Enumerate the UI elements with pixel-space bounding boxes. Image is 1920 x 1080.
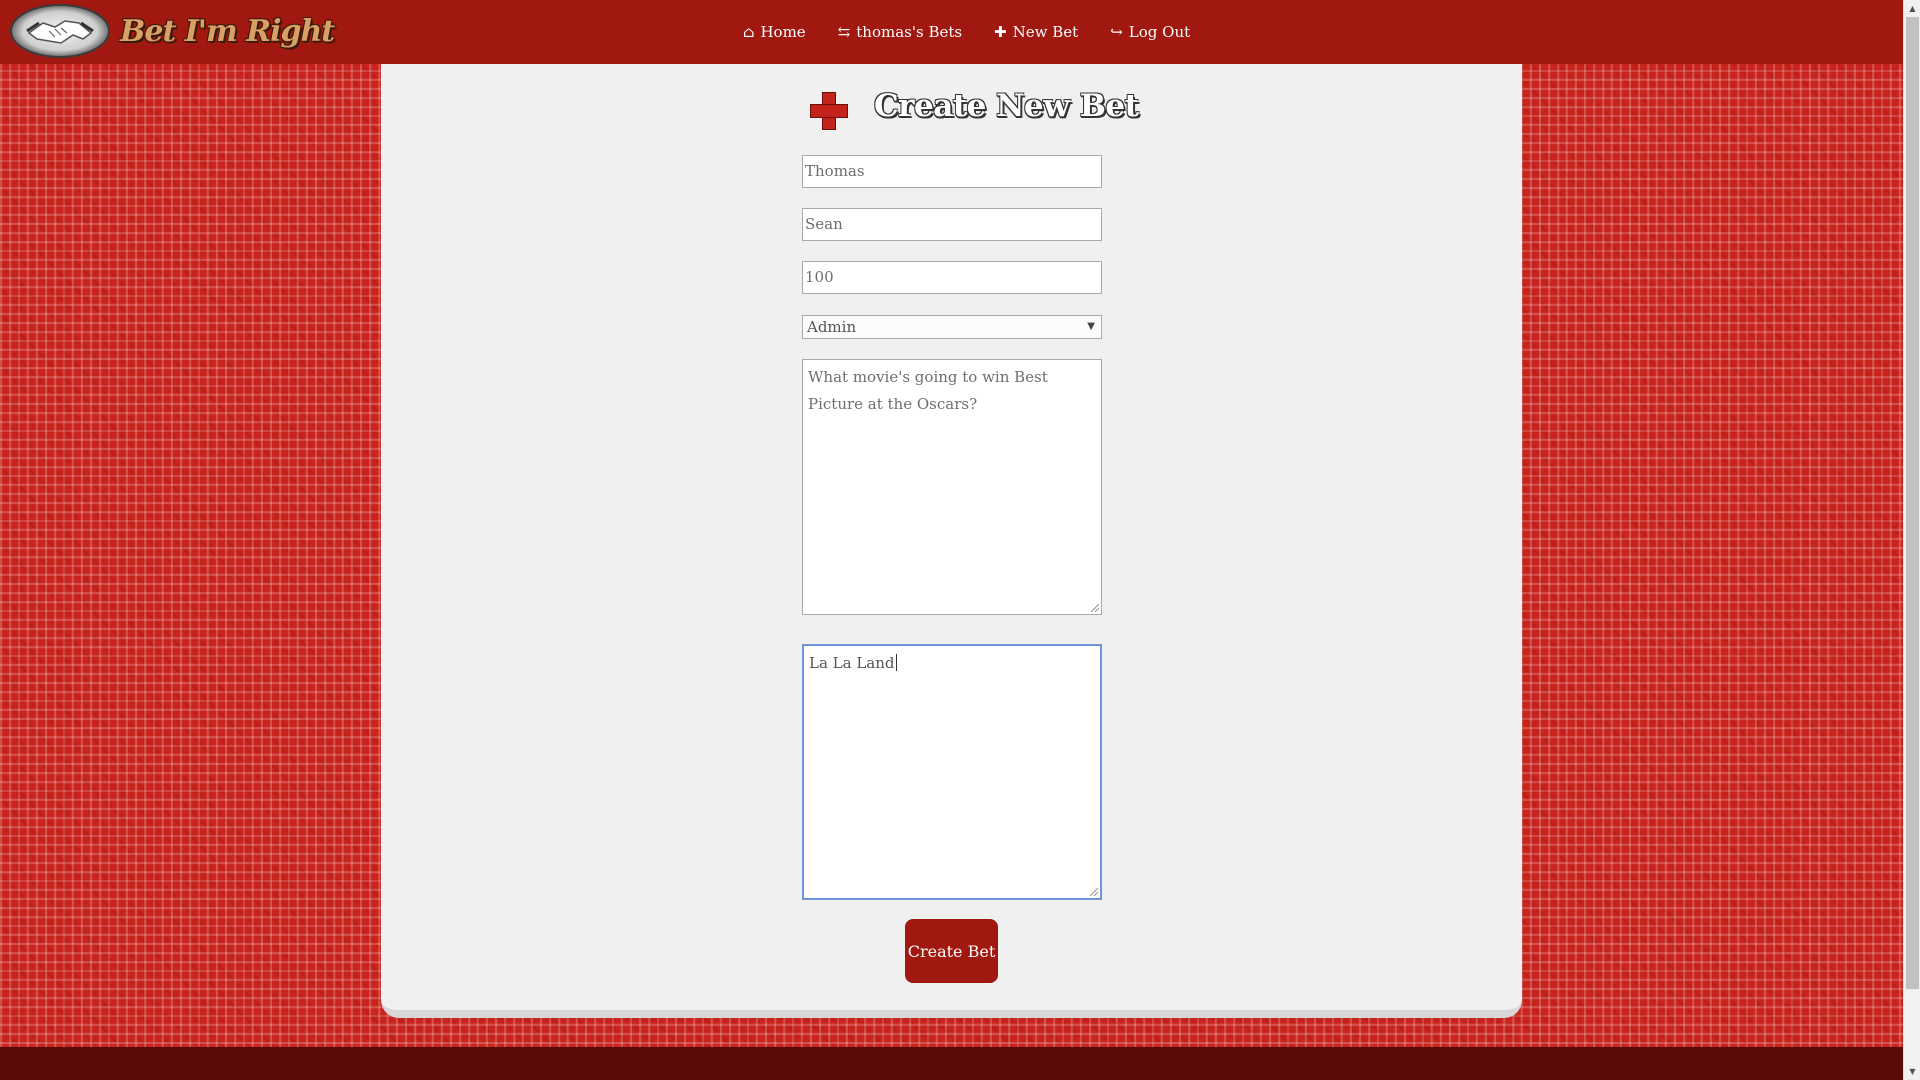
page-title: Create New Bet [874,88,1139,124]
plus-icon: ✚ [994,22,1007,41]
resize-handle-icon[interactable] [1090,888,1098,896]
nav-home-label: Home [760,23,806,41]
opponent-field[interactable]: Sean [802,208,1102,241]
dropdown-arrow-icon: ▼ [1087,321,1095,332]
answer-textarea[interactable]: La La Land [802,644,1102,900]
scroll-thumb[interactable] [1906,17,1919,989]
nav-my-bets-label: thomas's Bets [856,23,963,41]
sign-out-icon: ↪ [1110,22,1123,41]
page-header: Create New Bet [810,84,1139,130]
page-scrollbar[interactable]: ▲ ▼ [1903,0,1920,1080]
create-bet-button[interactable]: Create Bet [905,919,998,983]
nav-home-link[interactable]: ⌂ Home [743,23,806,41]
exchange-icon: ⇆ [837,22,851,41]
nav-menu: ⌂ Home ⇆ thomas's Bets ✚ New Bet ↪ Log O… [743,0,1222,64]
brand-logo[interactable]: Bet I'm Right [10,4,335,58]
nav-new-bet-label: New Bet [1012,23,1079,41]
judge-select[interactable]: Admin ▼ [802,315,1102,339]
answer-text: La La Land [809,654,895,672]
scroll-up-icon[interactable]: ▲ [1904,0,1920,17]
footer-bar [0,1047,1903,1080]
judge-select-value: Admin [807,318,857,336]
resize-handle-icon[interactable] [1091,604,1099,612]
nav-logout-label: Log Out [1128,23,1191,41]
nav-my-bets-link[interactable]: ⇆ thomas's Bets [838,23,962,41]
amount-field[interactable]: 100 [802,261,1102,294]
text-cursor [895,654,897,671]
creator-field[interactable]: Thomas [802,155,1102,188]
plus-icon [810,92,848,130]
scroll-down-icon[interactable]: ▼ [1904,1063,1920,1080]
nav-new-bet-link[interactable]: ✚ New Bet [994,23,1078,41]
brand-name: Bet I'm Right [120,13,335,49]
question-textarea[interactable]: What movie's going to win Best Picture a… [802,359,1102,615]
question-text: What movie's going to win Best Picture a… [808,368,1048,413]
handshake-icon [10,4,110,58]
nav-logout-link[interactable]: ↪ Log Out [1110,23,1190,41]
home-icon: ⌂ [743,22,755,41]
top-navbar: Bet I'm Right ⌂ Home ⇆ thomas's Bets ✚ N… [0,0,1903,64]
